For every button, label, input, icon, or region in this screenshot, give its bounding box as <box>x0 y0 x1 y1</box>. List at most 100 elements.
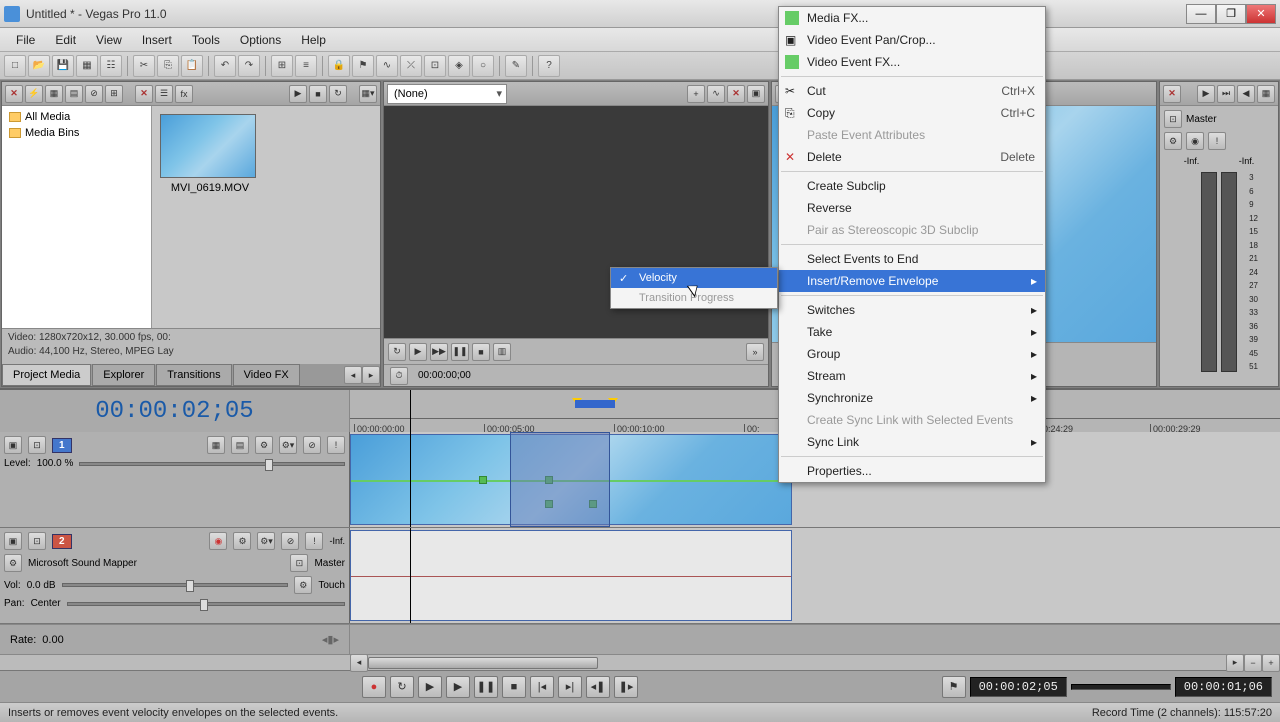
view-mode-icon[interactable]: ▦▾ <box>359 85 377 103</box>
touch-icon[interactable]: ⚙ <box>294 576 312 594</box>
ctx-select-end[interactable]: Select Events to End <box>779 248 1045 270</box>
crossfade-icon[interactable]: ⤫ <box>400 55 422 77</box>
fx-remove-icon[interactable]: ✕ <box>727 85 745 103</box>
track-bypass-icon[interactable]: ⊡ <box>28 436 46 454</box>
ctx-stream[interactable]: Stream▸ <box>779 365 1045 387</box>
fx-split-icon[interactable]: ▥ <box>493 343 511 361</box>
master-b4-icon[interactable]: ▦ <box>1257 85 1275 103</box>
fx-chain-icon[interactable]: ∿ <box>707 85 725 103</box>
capture-icon[interactable]: ▦ <box>45 85 63 103</box>
prev-frame-button[interactable]: ◂❚ <box>586 676 610 698</box>
master-fx-icon[interactable]: ⚙ <box>1164 132 1182 150</box>
ctx-sync[interactable]: Synchronize▸ <box>779 387 1045 409</box>
loop-region[interactable] <box>575 400 615 408</box>
undo-icon[interactable]: ↶ <box>214 55 236 77</box>
next-frame-button[interactable]: ❚▸ <box>614 676 638 698</box>
fx-expand-icon[interactable]: ▣ <box>747 85 765 103</box>
master-close-icon[interactable]: ✕ <box>1163 85 1181 103</box>
views-icon[interactable]: ⊞ <box>105 85 123 103</box>
pause-button[interactable]: ❚❚ <box>474 676 498 698</box>
master-auto-icon[interactable]: ! <box>1208 132 1226 150</box>
ctx-event-fx[interactable]: Video Event FX... <box>779 51 1045 73</box>
auto-ripple-icon[interactable]: ≡ <box>295 55 317 77</box>
zoom-out-icon[interactable]: − <box>1244 654 1262 672</box>
lock-icon[interactable]: 🔒 <box>328 55 350 77</box>
get-media-icon[interactable]: ▤ <box>65 85 83 103</box>
marker-icon[interactable]: ⚑ <box>352 55 374 77</box>
help-icon[interactable]: ? <box>538 55 560 77</box>
track-automation-icon[interactable]: ⚙▾ <box>279 436 297 454</box>
tab-video-fx[interactable]: Video FX <box>233 364 300 386</box>
play-button[interactable]: ▶ <box>446 676 470 698</box>
timeline-timecode[interactable]: 00:00:02;05 <box>0 390 350 432</box>
maximize-button[interactable]: ❐ <box>1216 4 1246 24</box>
fx-add-icon[interactable]: + <box>687 85 705 103</box>
play-media-icon[interactable]: ▶ <box>289 85 307 103</box>
tool7-icon[interactable]: ○ <box>472 55 494 77</box>
fx-playall-icon[interactable]: ▶▶ <box>430 343 448 361</box>
fx-play-icon[interactable]: ▶ <box>409 343 427 361</box>
import-icon[interactable]: ⚡ <box>25 85 43 103</box>
ctx-properties[interactable]: Properties... <box>779 460 1045 482</box>
menu-edit[interactable]: Edit <box>45 29 86 51</box>
bus-icon[interactable]: ⊡ <box>290 554 308 572</box>
fx-stop-icon[interactable]: ■ <box>472 343 490 361</box>
snap-icon[interactable]: ⊞ <box>271 55 293 77</box>
ctx-pan-crop[interactable]: ▣Video Event Pan/Crop... <box>779 29 1045 51</box>
track-solo-icon[interactable]: ! <box>305 532 323 550</box>
go-start-button[interactable]: |◂ <box>530 676 554 698</box>
paste-icon[interactable]: 📋 <box>181 55 203 77</box>
tab-explorer[interactable]: Explorer <box>92 364 155 386</box>
track-collapse-icon[interactable]: ▣ <box>4 436 22 454</box>
cut-icon[interactable]: ✂ <box>133 55 155 77</box>
audio-track-content[interactable] <box>350 528 1280 623</box>
track-fx-icon[interactable]: ⚙ <box>255 436 273 454</box>
stop-media-icon[interactable]: ■ <box>309 85 327 103</box>
track-mute-icon[interactable]: ⊘ <box>281 532 299 550</box>
ctx-delete[interactable]: ✕DeleteDelete <box>779 146 1045 168</box>
media-fx-icon[interactable]: fx <box>175 85 193 103</box>
play-start-button[interactable]: ▶ <box>418 676 442 698</box>
ctx-copy[interactable]: ⎘CopyCtrl+C <box>779 102 1045 124</box>
transport-timecode-1[interactable]: 00:00:02;05 <box>970 677 1067 697</box>
vol-slider[interactable] <box>62 583 289 587</box>
new-icon[interactable]: □ <box>4 55 26 77</box>
tree-all-media[interactable]: All Media <box>5 109 148 125</box>
minimize-button[interactable]: — <box>1186 4 1216 24</box>
master-b3-icon[interactable]: ◀ <box>1237 85 1255 103</box>
ctx-reverse[interactable]: Reverse <box>779 197 1045 219</box>
scroll-left-icon[interactable]: ◂ <box>350 654 368 672</box>
copy-icon[interactable]: ⎘ <box>157 55 179 77</box>
track-motion-icon[interactable]: ▤ <box>231 436 249 454</box>
menu-tools[interactable]: Tools <box>182 29 230 51</box>
panel-close-icon[interactable]: ✕ <box>5 85 23 103</box>
envelope-icon[interactable]: ∿ <box>376 55 398 77</box>
properties-icon[interactable]: ☷ <box>100 55 122 77</box>
tab-project-media[interactable]: Project Media <box>2 364 91 386</box>
envelope-point[interactable] <box>479 476 487 484</box>
ctx-group[interactable]: Group▸ <box>779 343 1045 365</box>
marker-button[interactable]: ⚑ <box>942 676 966 698</box>
track-comp-icon[interactable]: ▦ <box>207 436 225 454</box>
menu-help[interactable]: Help <box>291 29 336 51</box>
device-icon[interactable]: ⚙ <box>4 554 22 572</box>
fx-pause-icon[interactable]: ❚❚ <box>451 343 469 361</box>
redo-icon[interactable]: ↷ <box>238 55 260 77</box>
autoplay-icon[interactable]: ↻ <box>329 85 347 103</box>
master-insert-icon[interactable]: ⊡ <box>1164 110 1182 128</box>
timeline-scrollbar[interactable]: ◂ ▸ − + <box>0 654 1280 670</box>
master-b1-icon[interactable]: ▶ <box>1197 85 1215 103</box>
tab-scroll-right-icon[interactable]: ▸ <box>362 366 380 384</box>
save-icon[interactable]: 💾 <box>52 55 74 77</box>
tool5-icon[interactable]: ⊡ <box>424 55 446 77</box>
ctx-take[interactable]: Take▸ <box>779 321 1045 343</box>
record-button[interactable]: ● <box>362 676 386 698</box>
tool6-icon[interactable]: ◈ <box>448 55 470 77</box>
fx-timecode-icon[interactable]: ⏱ <box>390 367 408 385</box>
fx-more-icon[interactable]: » <box>746 343 764 361</box>
loop-button[interactable]: ↻ <box>390 676 414 698</box>
transport-timecode-mid[interactable] <box>1071 684 1171 690</box>
menu-insert[interactable]: Insert <box>132 29 182 51</box>
pan-slider[interactable] <box>67 602 345 606</box>
zoom-in-icon[interactable]: + <box>1262 654 1280 672</box>
